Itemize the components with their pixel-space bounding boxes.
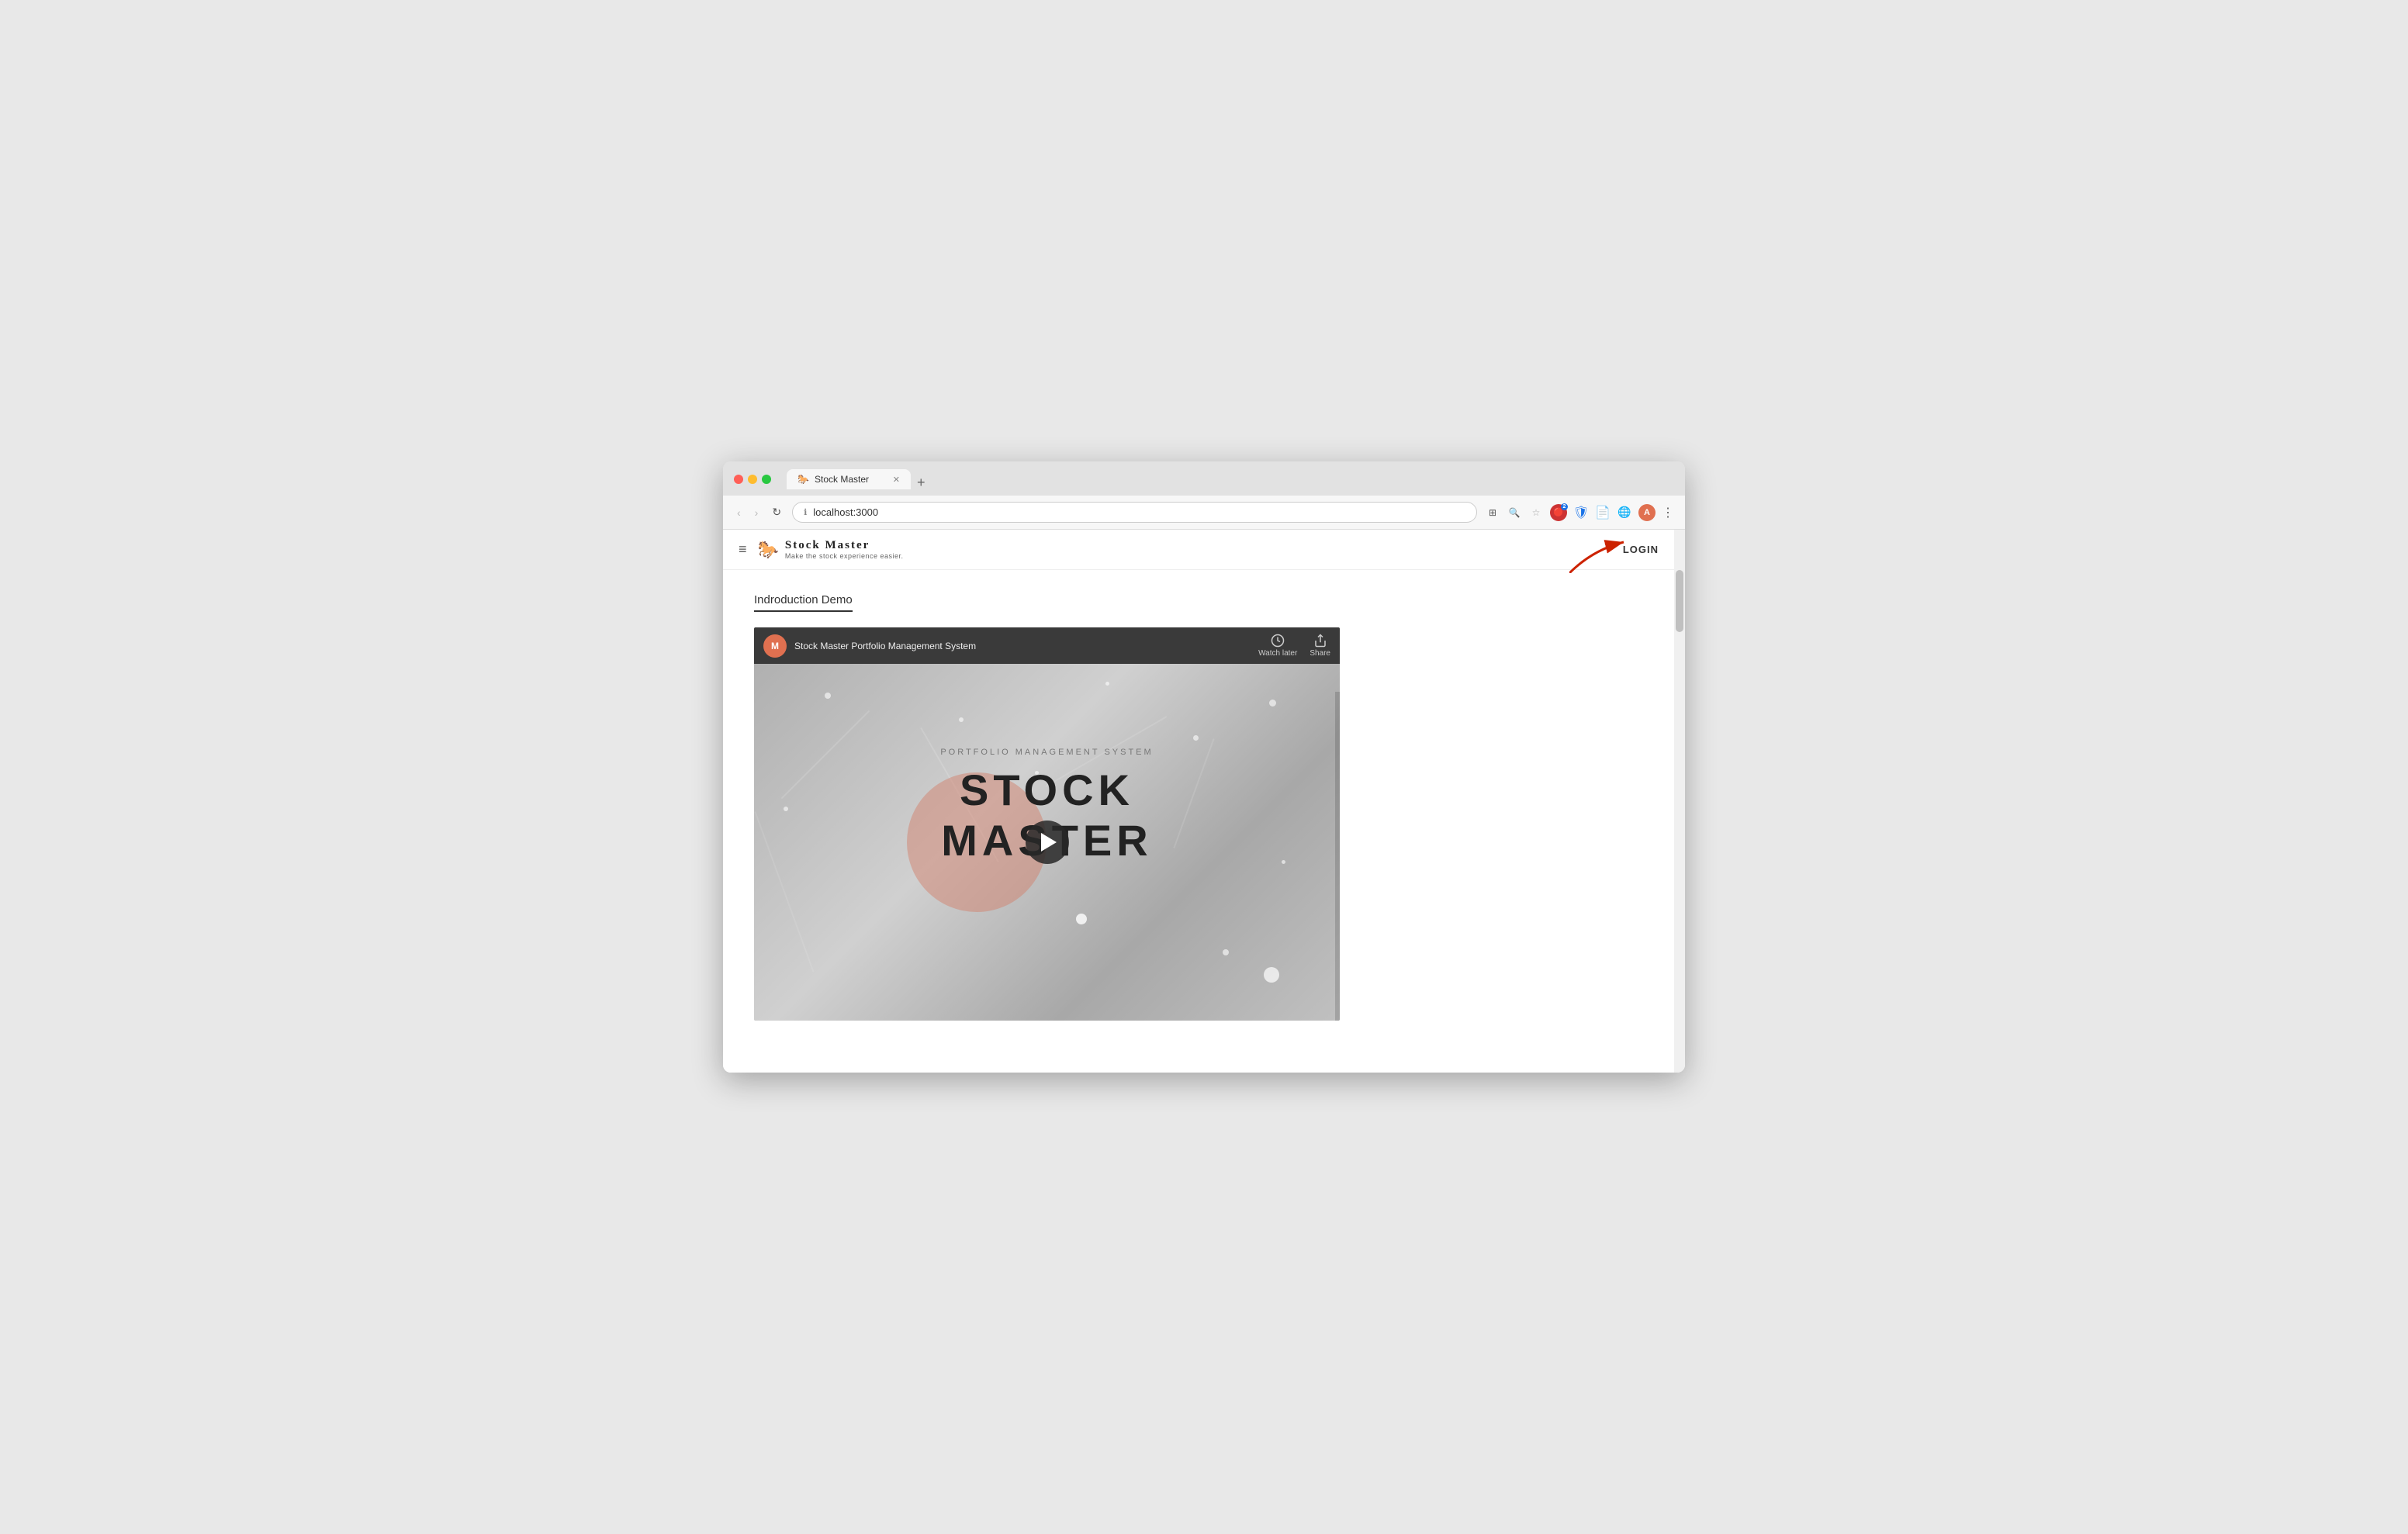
logo-text: Stock Master Make the stock experience e… bbox=[785, 539, 904, 560]
reload-button[interactable]: ↻ bbox=[769, 503, 784, 522]
video-title: Stock Master Portfolio Management System bbox=[794, 641, 1251, 651]
tab-favicon-icon: 🐎 bbox=[797, 474, 808, 485]
app-header: ≡ 🐎 Stock Master Make the stock experien… bbox=[723, 530, 1674, 570]
video-container[interactable]: M Stock Master Portfolio Management Syst… bbox=[754, 627, 1340, 1021]
tab-title: Stock Master bbox=[815, 474, 869, 485]
tab-close-button[interactable]: ✕ bbox=[893, 475, 900, 485]
share-button[interactable]: Share bbox=[1310, 634, 1330, 658]
play-button[interactable] bbox=[1026, 821, 1069, 864]
translate-icon[interactable]: ⊞ bbox=[1485, 505, 1500, 520]
maximize-button[interactable] bbox=[762, 475, 771, 484]
logo-subtitle: Make the stock experience easier. bbox=[785, 552, 904, 560]
browser-menu-button[interactable]: ⋮ bbox=[1662, 505, 1674, 520]
active-tab[interactable]: 🐎 Stock Master ✕ bbox=[787, 469, 911, 489]
browser-content: ≡ 🐎 Stock Master Make the stock experien… bbox=[723, 530, 1685, 1073]
lock-icon: ℹ bbox=[804, 507, 807, 517]
ext1-icon[interactable]: 2 🔴 bbox=[1550, 504, 1567, 521]
scrollbar-thumb[interactable] bbox=[1676, 570, 1683, 632]
ext4-icon[interactable]: 🌐 bbox=[1617, 505, 1632, 520]
minimize-button[interactable] bbox=[748, 475, 757, 484]
forward-button[interactable]: › bbox=[752, 503, 762, 522]
tab-bar: 🐎 Stock Master ✕ + bbox=[787, 469, 1674, 489]
share-icon bbox=[1313, 634, 1327, 648]
channel-initial: M bbox=[771, 641, 779, 651]
video-header-actions: Watch later Share bbox=[1258, 634, 1330, 658]
video-thumbnail[interactable]: PORTFOLIO MANAGEMENT SYSTEM STOCK MASTER bbox=[754, 664, 1340, 1021]
hamburger-menu-icon[interactable]: ≡ bbox=[739, 541, 747, 558]
ext2-icon[interactable]: 🛡 bbox=[1573, 505, 1589, 520]
window-controls bbox=[734, 475, 771, 484]
browser-window: 🐎 Stock Master ✕ + ‹ › ↻ ℹ localhost:300… bbox=[723, 461, 1685, 1073]
video-header: M Stock Master Portfolio Management Syst… bbox=[754, 627, 1340, 664]
scrollbar[interactable] bbox=[1674, 530, 1685, 1073]
watch-later-button[interactable]: Watch later bbox=[1258, 634, 1297, 658]
login-button[interactable]: LOGIN bbox=[1623, 544, 1659, 555]
watch-later-label: Watch later bbox=[1258, 649, 1297, 658]
play-triangle-icon bbox=[1041, 833, 1057, 852]
app-main: ≡ 🐎 Stock Master Make the stock experien… bbox=[723, 530, 1674, 1073]
share-label: Share bbox=[1310, 649, 1330, 658]
avatar-initial: A bbox=[1644, 508, 1650, 517]
zoom-icon[interactable]: 🔍 bbox=[1507, 505, 1522, 520]
close-button[interactable] bbox=[734, 475, 743, 484]
url-text: localhost:3000 bbox=[813, 506, 878, 518]
clock-icon bbox=[1271, 634, 1285, 648]
new-tab-button[interactable]: + bbox=[911, 475, 932, 489]
title-bar: 🐎 Stock Master ✕ + bbox=[723, 461, 1685, 496]
main-content: Indroduction Demo M Stock Master Portfol… bbox=[723, 570, 1674, 1044]
logo-title: Stock Master bbox=[785, 539, 904, 552]
nav-extensions: ⊞ 🔍 ☆ 2 🔴 🛡 📄 🌐 A ⋮ bbox=[1485, 504, 1674, 521]
section-title: Indroduction Demo bbox=[754, 593, 853, 606]
star-icon[interactable]: ☆ bbox=[1528, 505, 1544, 520]
channel-avatar: M bbox=[763, 634, 787, 658]
back-button[interactable]: ‹ bbox=[734, 503, 744, 522]
logo-icon: 🐎 bbox=[758, 540, 779, 560]
profile-avatar[interactable]: A bbox=[1638, 504, 1656, 521]
ext3-icon[interactable]: 📄 bbox=[1595, 505, 1611, 520]
section-title-wrapper: Indroduction Demo bbox=[754, 593, 853, 612]
video-side-panel bbox=[1335, 692, 1340, 1021]
nav-bar: ‹ › ↻ ℹ localhost:3000 ⊞ 🔍 ☆ 2 🔴 🛡 📄 🌐 A… bbox=[723, 496, 1685, 530]
address-bar[interactable]: ℹ localhost:3000 bbox=[792, 502, 1477, 523]
app-logo: 🐎 Stock Master Make the stock experience… bbox=[758, 539, 904, 560]
